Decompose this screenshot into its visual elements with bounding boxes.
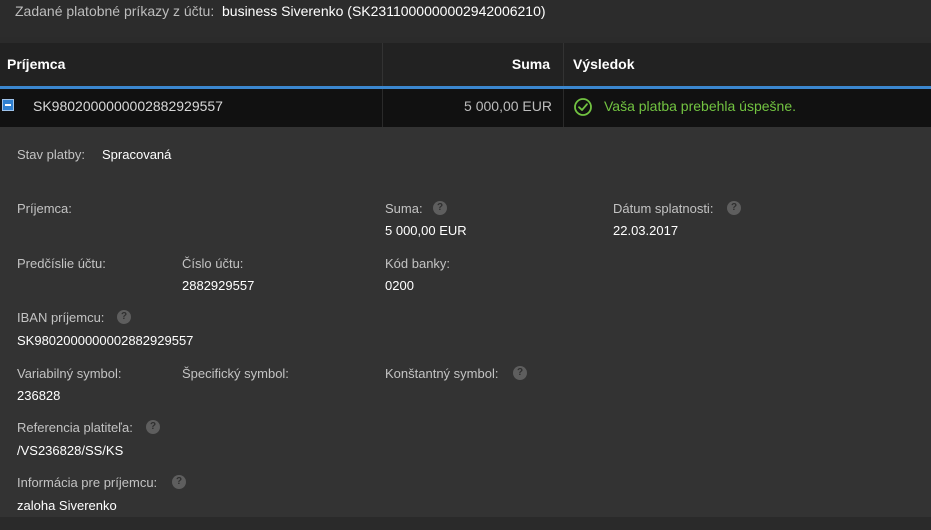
due-date-label: Dátum splatnosti: (613, 201, 714, 216)
table-header: Príjemca Suma Výsledok (0, 43, 931, 86)
account-prefix-label: Predčíslie účtu: (17, 256, 106, 271)
recipient-info-value: zaloha Siverenko (17, 498, 117, 513)
column-divider (382, 89, 383, 127)
column-divider (382, 43, 383, 86)
header-label: Zadané platobné príkazy z účtu: (15, 3, 215, 19)
payer-reference-label: Referencia platiteľa: (17, 420, 133, 435)
help-icon[interactable]: ? (433, 201, 447, 215)
account-number-value: 2882929557 (182, 278, 255, 293)
column-header-recipient[interactable]: Príjemca (7, 56, 65, 72)
row-result: Vaša platba prebehla úspešne. (604, 98, 796, 114)
row-amount: 5 000,00 EUR (464, 98, 552, 114)
iban-value: SK9802000000002882929557 (17, 333, 194, 348)
help-icon[interactable]: ? (146, 420, 160, 434)
amount-label: Suma: (385, 201, 423, 216)
bottom-bar (0, 517, 931, 530)
help-icon[interactable]: ? (172, 475, 186, 489)
bank-code-label: Kód banky: (385, 256, 451, 271)
column-header-result[interactable]: Výsledok (573, 56, 634, 72)
variable-symbol-label: Variabilný symbol: (17, 366, 122, 381)
column-header-amount[interactable]: Suma (512, 56, 550, 72)
due-date-value: 22.03.2017 (613, 223, 679, 238)
collapse-row-button[interactable] (2, 99, 14, 111)
payment-orders-header: Zadané platobné príkazy z účtu: business… (0, 0, 931, 37)
recipient-info-label: Informácia pre príjemcu: (17, 475, 158, 490)
status-label: Stav platby: (17, 147, 85, 162)
payment-detail-panel: Stav platby: Spracovaná Príjemca: Suma: … (0, 127, 931, 517)
help-icon[interactable]: ? (513, 366, 527, 380)
amount-value: 5 000,00 EUR (385, 223, 467, 238)
account-number-label: Číslo účtu: (182, 256, 244, 271)
table-row[interactable]: SK9802000000002882929557 5 000,00 EUR Va… (0, 89, 931, 127)
help-icon[interactable]: ? (117, 310, 131, 324)
payer-reference-value: /VS236828/SS/KS (17, 443, 124, 458)
iban-label: IBAN príjemcu: (17, 310, 105, 325)
source-account: business Siverenko (SK231100000000294200… (222, 3, 546, 19)
constant-symbol-label: Konštantný symbol: (385, 366, 499, 381)
variable-symbol-value: 236828 (17, 388, 61, 403)
status-value: Spracovaná (102, 147, 172, 162)
specific-symbol-label: Špecifický symbol: (182, 366, 289, 381)
bank-code-value: 0200 (385, 278, 414, 293)
check-circle-icon (574, 98, 592, 116)
column-divider (563, 89, 564, 127)
row-recipient: SK9802000000002882929557 (33, 98, 223, 114)
column-divider (563, 43, 564, 86)
recipient-label: Príjemca: (17, 201, 72, 216)
help-icon[interactable]: ? (727, 201, 741, 215)
